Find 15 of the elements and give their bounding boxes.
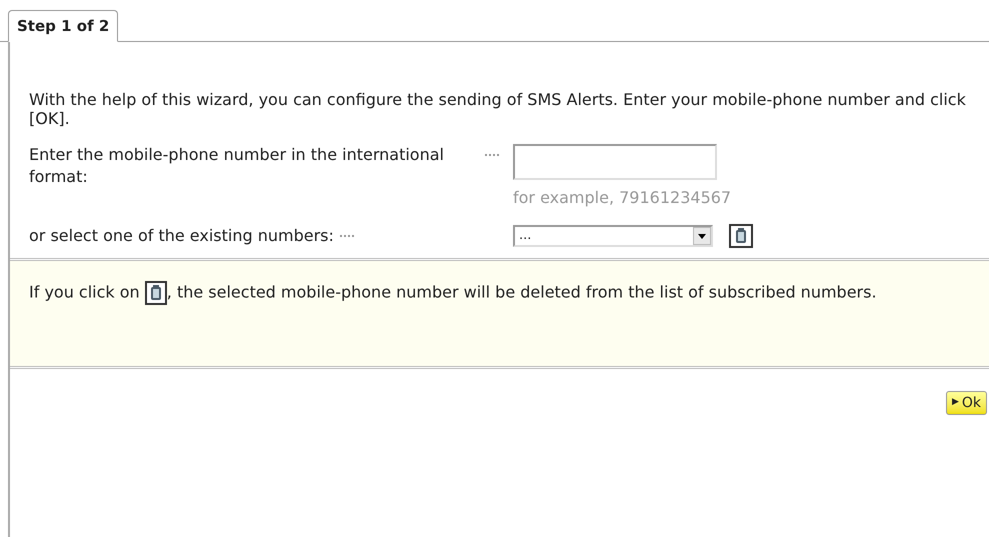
phone-label: Enter the mobile-phone number in the international format:: [29, 144, 445, 188]
number-select[interactable]: ...: [513, 225, 713, 247]
leader-line: [485, 154, 499, 156]
note-text: If you click on: [29, 282, 141, 302]
select-label: or select one of the existing numbers:: [29, 225, 334, 247]
note-text: , the selected mobile-phone number will be deleted from the list of subscribed numbers.: [166, 282, 877, 302]
step-tab[interactable]: Step 1 of 2: [8, 10, 118, 42]
select-value: ...: [518, 227, 532, 245]
ok-button[interactable]: ▶ Ok: [946, 391, 987, 415]
delete-icon[interactable]: [729, 224, 753, 248]
phone-input[interactable]: [513, 144, 717, 180]
intro-text: With the help of this wizard, you can configure the sending of SMS Alerts. Enter your mobile-phone number and click [OK].: [29, 90, 967, 128]
example-hint: for example, 79161234567: [513, 188, 732, 208]
delete-icon: [144, 281, 167, 305]
leader-line: [340, 235, 354, 237]
